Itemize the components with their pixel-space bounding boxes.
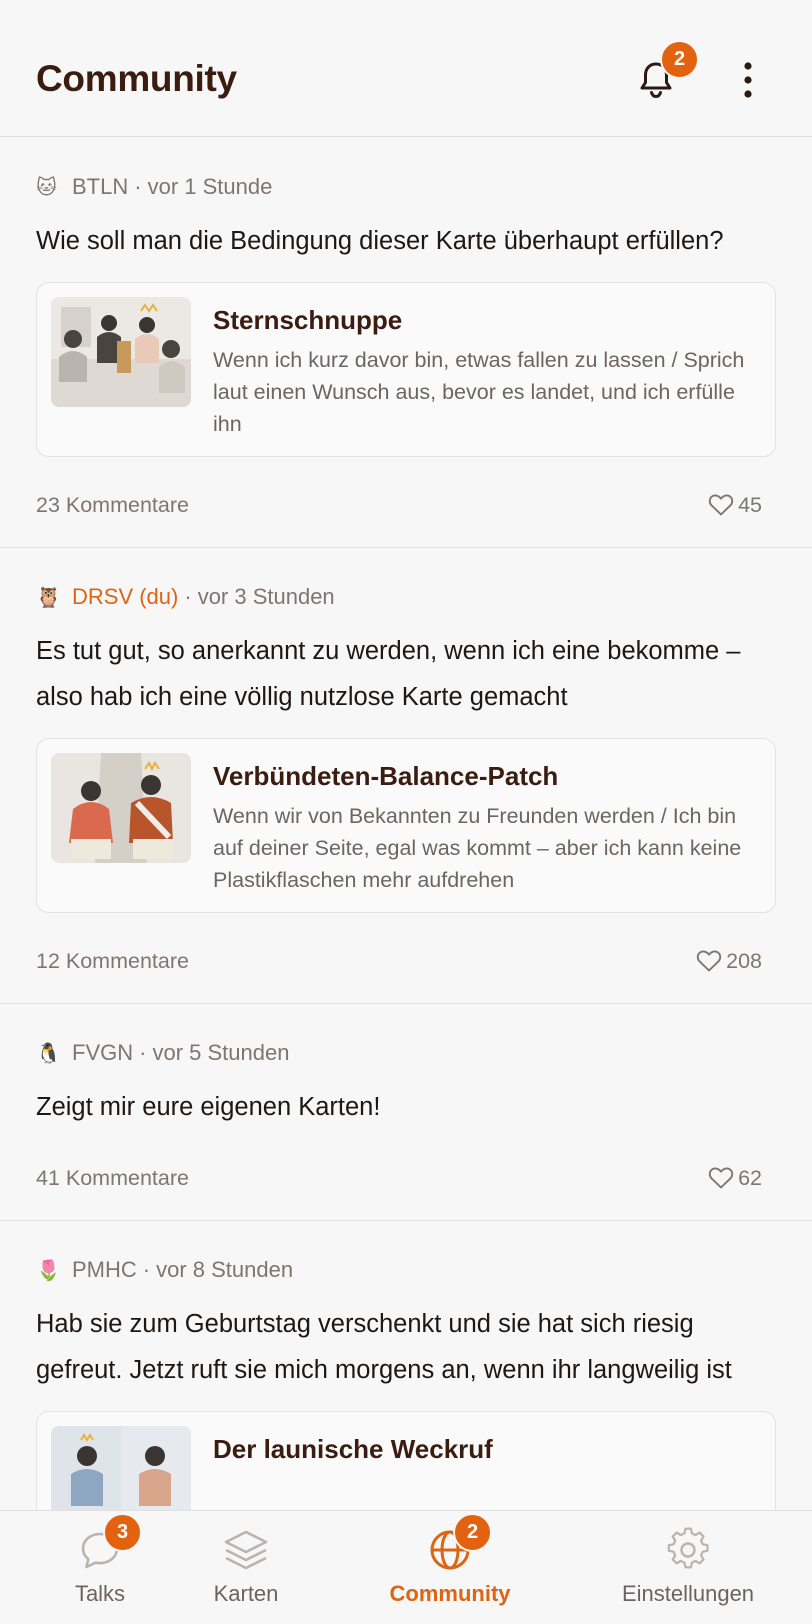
notification-badge: 2 [660,40,699,79]
heart-icon [696,950,722,972]
post-time: vor 8 Stunden [156,1257,294,1282]
card-description: Wenn ich kurz davor bin, etwas fallen zu… [213,348,745,436]
card-preview[interactable]: Der launische Weckruf [36,1411,776,1510]
comment-count[interactable]: 12 Kommentare [36,949,189,974]
gear-icon [667,1527,709,1569]
notifications-button[interactable]: 2 [632,40,699,104]
layers-icon [224,1530,268,1570]
post-footer: 41 Kommentare 62 [36,1158,776,1198]
more-options-button[interactable] [732,58,764,102]
post-time: vor 1 Stunde [147,174,273,199]
card-title: Verbündeten-Balance-Patch [213,761,559,791]
talks-badge: 3 [103,1513,142,1552]
meta-separator: · [184,584,192,609]
post-text: Es tut gut, so anerkannt zu werden, wenn… [36,637,741,711]
post-text: Wie soll man die Bedingung dieser Karte … [36,227,724,255]
card-title: Sternschnuppe [213,305,403,335]
post-footer: 12 Kommentare 208 [36,941,776,981]
avatar-emoji: 🐧 [36,1042,61,1065]
tab-einstellungen[interactable]: Einstellungen [608,1511,768,1624]
author-name[interactable]: DRSV (du) [72,584,178,610]
post-item[interactable]: 🐱 BTLN · vor 1 Stunde Wie soll man die B… [0,172,812,548]
tab-community[interactable]: 2 Community [370,1511,530,1624]
tab-karten[interactable]: Karten [186,1511,306,1624]
author-name[interactable]: BTLN [72,174,128,200]
bottom-tab-bar: 3 Talks Karten 2 Community Einstellungen [0,1510,812,1624]
tab-label: Talks [74,1581,126,1606]
post-time: vor 3 Stunden [197,584,335,609]
like-count: 62 [738,1165,762,1190]
post-meta: 🌷 PMHC · vor 8 Stunden [36,1255,776,1285]
avatar-emoji: 🌷 [36,1259,61,1282]
author-name[interactable]: PMHC [72,1257,137,1283]
post-meta: 🦉 DRSV (du) · vor 3 Stunden [36,582,776,612]
meta-separator: · [142,1257,151,1282]
community-feed[interactable]: 🐱 BTLN · vor 1 Stunde Wie soll man die B… [0,138,812,1510]
community-badge: 2 [453,1513,492,1552]
meta-separator: · [139,1040,147,1065]
avatar-emoji: 🦉 [36,586,61,609]
post-footer: 23 Kommentare 45 [36,485,776,525]
heart-icon [708,494,734,516]
card-thumbnail [51,753,191,863]
card-thumbnail [51,297,191,407]
post-meta: 🐱 BTLN · vor 1 Stunde [36,172,776,202]
card-preview[interactable]: Verbündeten-Balance-Patch Wenn wir von B… [36,738,776,913]
like-button[interactable]: 62 [708,1166,776,1191]
avatar-emoji: 🐱 [36,176,57,199]
post-item[interactable]: 🌷 PMHC · vor 8 Stunden Hab sie zum Gebur… [0,1255,812,1510]
post-time: vor 5 Stunden [152,1040,290,1065]
more-vertical-icon [744,62,752,98]
page-title: Community [36,58,237,99]
post-meta: 🐧 FVGN · vor 5 Stunden [36,1038,776,1068]
post-item[interactable]: 🦉 DRSV (du) · vor 3 Stunden Es tut gut, … [0,582,812,1004]
tab-talks[interactable]: 3 Talks [40,1511,160,1624]
author-name[interactable]: FVGN [72,1040,133,1066]
like-button[interactable]: 45 [708,493,776,518]
comment-count[interactable]: 23 Kommentare [36,493,189,518]
tab-label: Karten [213,1581,279,1606]
post-text: Hab sie zum Geburtstag verschenkt und si… [36,1310,732,1384]
like-count: 208 [726,948,762,973]
card-title: Der launische Weckruf [213,1434,493,1464]
like-count: 45 [738,492,762,517]
post-item[interactable]: 🐧 FVGN · vor 5 Stunden Zeigt mir eure ei… [0,1038,812,1221]
app-header: Community 2 [0,0,812,137]
heart-icon [708,1167,734,1189]
tab-label: Einstellungen [621,1581,755,1606]
post-text: Zeigt mir eure eigenen Karten! [36,1093,381,1121]
like-button[interactable]: 208 [696,949,776,974]
card-description: Wenn wir von Bekannten zu Freunden werde… [213,804,742,892]
card-thumbnail [51,1426,191,1510]
card-preview[interactable]: Sternschnuppe Wenn ich kurz davor bin, e… [36,282,776,457]
comment-count[interactable]: 41 Kommentare [36,1166,189,1191]
meta-separator: · [134,174,142,199]
tab-label: Community [389,1581,511,1606]
